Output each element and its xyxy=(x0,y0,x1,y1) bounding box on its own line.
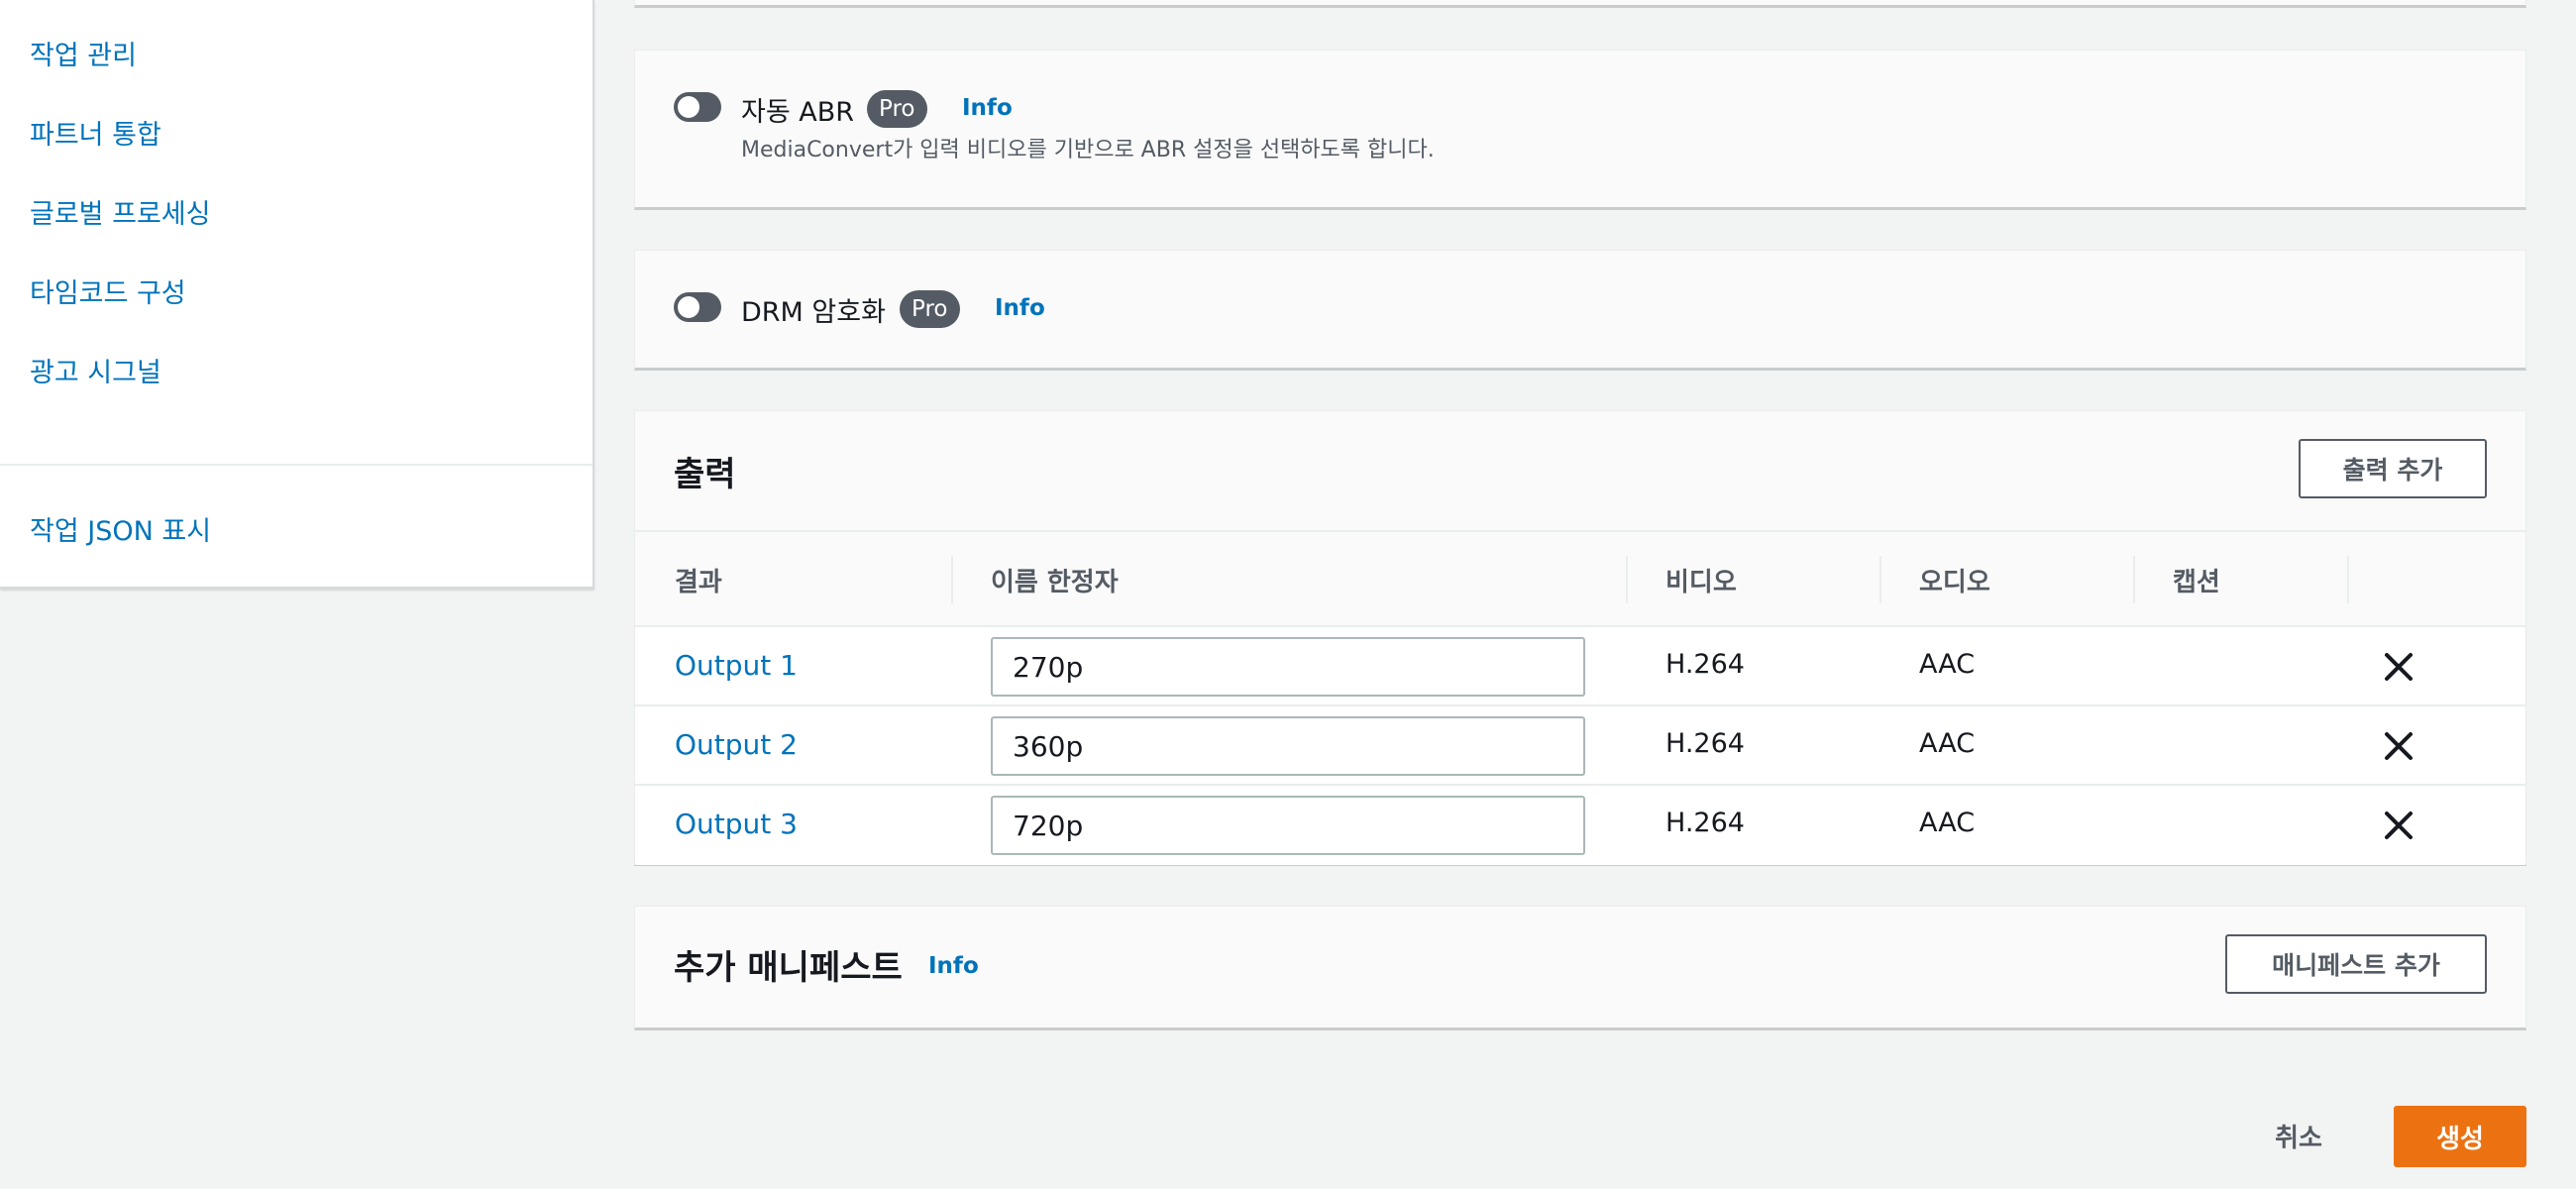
column-header-caption: 캡션 xyxy=(2173,568,2220,597)
output-link[interactable]: Output 3 xyxy=(675,808,798,840)
sidebar-item-job-management[interactable]: 작업 관리 xyxy=(30,34,137,72)
additional-manifests-title: 추가 매니페스트 xyxy=(674,948,903,988)
column-header-result: 결과 xyxy=(675,568,722,597)
sidebar: 작업 관리 파트너 통합 글로벌 프로세싱 타임코드 구성 광고 시그널 작업 … xyxy=(0,0,594,589)
audio-codec: AAC xyxy=(1919,649,1976,680)
outputs-title: 출력 xyxy=(674,455,736,494)
auto-abr-info-link[interactable]: Info xyxy=(962,95,1013,121)
column-separator xyxy=(1626,556,1628,603)
audio-codec: AAC xyxy=(1919,728,1976,759)
remove-output-icon[interactable] xyxy=(2381,728,2416,764)
table-row: Output 2 H.264 AAC xyxy=(635,706,2525,786)
drm-info-link[interactable]: Info xyxy=(995,295,1045,321)
sidebar-item-partner-integration[interactable]: 파트너 통합 xyxy=(30,113,161,152)
output-link[interactable]: Output 1 xyxy=(675,649,798,682)
pro-badge: Pro xyxy=(867,90,927,128)
cancel-button[interactable]: 취소 xyxy=(2249,1106,2348,1165)
column-separator xyxy=(2347,556,2349,603)
video-codec: H.264 xyxy=(1665,649,1745,680)
toggle-knob xyxy=(678,96,699,118)
remove-output-icon[interactable] xyxy=(2381,649,2416,685)
table-row: Output 1 H.264 AAC xyxy=(635,627,2525,706)
column-header-name-modifier: 이름 한정자 xyxy=(991,568,1119,597)
outputs-table-header: 결과 이름 한정자 비디오 오디오 캡션 xyxy=(635,530,2525,627)
manifests-info-link[interactable]: Info xyxy=(928,953,979,979)
drm-label: DRM 암호화 xyxy=(741,297,886,328)
add-output-button[interactable]: 출력 추가 xyxy=(2299,439,2487,498)
table-row: Output 3 H.264 AAC xyxy=(635,786,2525,865)
auto-abr-panel: 자동 ABR Pro Info MediaConvert가 입력 비디오를 기반… xyxy=(634,50,2526,210)
auto-abr-label: 자동 ABR xyxy=(741,97,855,128)
sidebar-item-global-processing[interactable]: 글로벌 프로세싱 xyxy=(30,192,210,231)
video-codec: H.264 xyxy=(1665,808,1745,838)
sidebar-item-timecode-config[interactable]: 타임코드 구성 xyxy=(30,271,186,310)
add-manifest-button[interactable]: 매니페스트 추가 xyxy=(2225,934,2487,994)
column-separator xyxy=(2133,556,2135,603)
remove-output-icon[interactable] xyxy=(2381,808,2416,843)
sidebar-divider xyxy=(0,464,592,466)
outputs-panel: 출력 출력 추가 결과 이름 한정자 비디오 오디오 캡션 Output 1 H… xyxy=(634,410,2526,866)
additional-manifests-panel: 추가 매니페스트 Info 매니페스트 추가 xyxy=(634,906,2526,1030)
auto-abr-toggle[interactable] xyxy=(674,92,721,122)
previous-panel xyxy=(634,0,2526,8)
name-modifier-input[interactable] xyxy=(991,716,1585,776)
column-header-audio: 오디오 xyxy=(1919,568,1990,597)
name-modifier-input[interactable] xyxy=(991,637,1585,697)
pro-badge: Pro xyxy=(900,290,960,328)
drm-panel: DRM 암호화 Pro Info xyxy=(634,250,2526,371)
video-codec: H.264 xyxy=(1665,728,1745,759)
auto-abr-description: MediaConvert가 입력 비디오를 기반으로 ABR 설정을 선택하도록… xyxy=(741,138,1435,162)
toggle-knob xyxy=(678,296,699,318)
column-separator xyxy=(1879,556,1881,603)
sidebar-item-ad-signal[interactable]: 광고 시그널 xyxy=(30,351,161,389)
column-separator xyxy=(951,556,953,603)
show-job-json-link[interactable]: 작업 JSON 표시 xyxy=(30,509,211,548)
output-link[interactable]: Output 2 xyxy=(675,728,798,761)
drm-toggle[interactable] xyxy=(674,292,721,322)
name-modifier-input[interactable] xyxy=(991,796,1585,855)
audio-codec: AAC xyxy=(1919,808,1976,838)
column-header-video: 비디오 xyxy=(1665,568,1737,597)
create-button[interactable]: 생성 xyxy=(2394,1106,2526,1167)
